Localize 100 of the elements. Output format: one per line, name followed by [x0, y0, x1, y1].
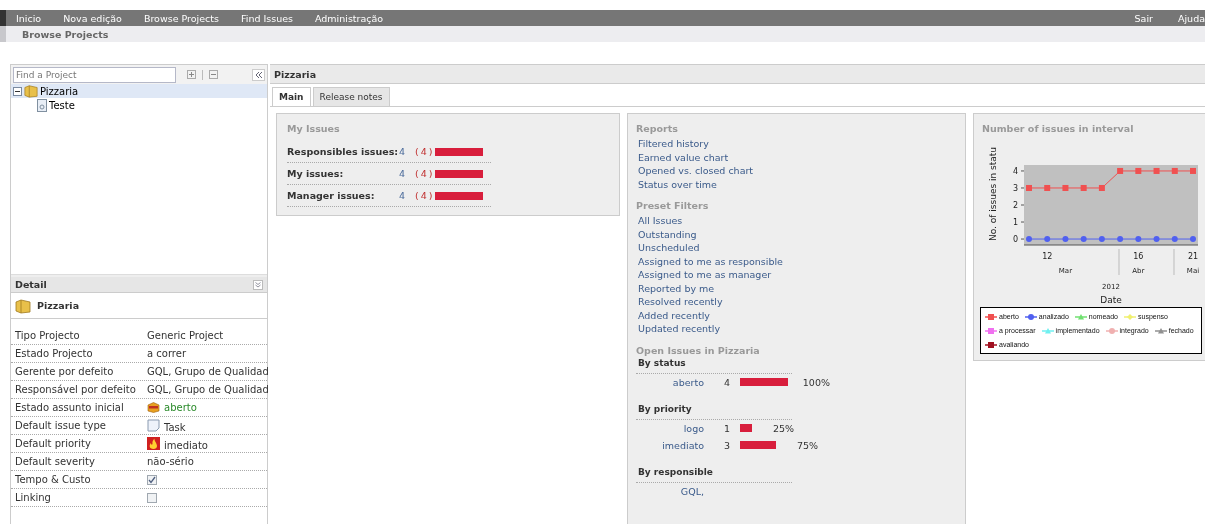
- checkbox[interactable]: [147, 474, 157, 485]
- detail-value: Generic Project: [147, 329, 224, 342]
- count-bar: [740, 441, 776, 449]
- x-tick: 16: [1133, 252, 1144, 261]
- y-tick: 3: [1012, 184, 1025, 193]
- chevrons-down-icon: [255, 281, 261, 288]
- detail-value: imediato: [164, 439, 208, 452]
- group-count: 1: [724, 421, 732, 435]
- menu-link[interactable]: Administração: [315, 11, 384, 25]
- group-percent: 25%: [771, 421, 794, 435]
- chevrons-left-icon: [254, 71, 263, 78]
- issue-label: Responsibles issues:: [287, 145, 399, 158]
- issue-label: My issues:: [287, 167, 345, 180]
- document-icon: [37, 98, 47, 112]
- count-bar: [435, 169, 484, 178]
- report-link[interactable]: Opened vs. closed chart: [636, 165, 754, 176]
- search-field[interactable]: Find a Project: [13, 66, 176, 83]
- detail-label: Default severity: [15, 455, 96, 468]
- tree-item[interactable]: Pizzaria: [11, 84, 267, 98]
- detail-label: Responsável por defeito: [15, 383, 137, 396]
- detail-label: Default priority: [15, 437, 92, 450]
- filter-link[interactable]: Assigned to me as responsible: [636, 255, 783, 267]
- filter-link[interactable]: Resolved recently: [636, 296, 723, 307]
- report-link[interactable]: Filtered history: [636, 138, 709, 149]
- y-tick-label: 0: [1012, 235, 1018, 245]
- y-tick-label: 2: [1012, 201, 1018, 210]
- section-title: Reports: [636, 122, 679, 135]
- detail-label: Tipo Projecto: [15, 329, 81, 342]
- note-icon: [147, 419, 160, 432]
- detail-value: não-sério: [147, 455, 194, 468]
- y-tick: 0: [1012, 235, 1025, 245]
- y-tick: 2: [1012, 201, 1025, 210]
- tab[interactable]: Release notes: [312, 87, 390, 106]
- group-count: 3: [724, 438, 732, 452]
- detail-label: Estado assunto inicial: [15, 401, 125, 414]
- filter-link[interactable]: Reported by me: [636, 282, 715, 294]
- detail-label: Default issue type: [15, 419, 107, 432]
- issue-count[interactable]: 4: [399, 167, 415, 180]
- box-icon: [147, 402, 160, 413]
- x-tick: 21: [1187, 252, 1199, 261]
- collapse-icon[interactable]: [13, 86, 22, 96]
- detail-value: Task: [164, 421, 186, 434]
- group-link[interactable]: imediato: [636, 438, 704, 452]
- project-name: Pizzaria: [37, 299, 80, 312]
- filter-link[interactable]: Updated recently: [636, 323, 721, 334]
- group-title: By priority: [636, 402, 792, 420]
- section-title: Open Issues in Pizzaria: [636, 343, 761, 357]
- tree-item[interactable]: Teste: [11, 98, 267, 112]
- group-percent: 75%: [795, 438, 818, 452]
- filter-link[interactable]: Assigned to me as manager: [636, 269, 772, 280]
- group-percent: 100%: [801, 375, 830, 389]
- detail-value: a correr: [147, 347, 186, 360]
- section-title: Preset Filters: [636, 199, 710, 212]
- filter-link[interactable]: Outstanding: [636, 228, 697, 240]
- group-link[interactable]: logo: [636, 421, 704, 435]
- collapse-button[interactable]: [253, 279, 263, 290]
- tab[interactable]: Main: [272, 87, 311, 106]
- group-link[interactable]: GQL,: [636, 484, 704, 498]
- collapse-panel-button[interactable]: [252, 68, 265, 81]
- group-count: 4: [724, 375, 732, 389]
- count-bar: [740, 378, 788, 386]
- filter-link[interactable]: All Issues: [636, 215, 683, 226]
- menu-link[interactable]: Ajuda: [1178, 11, 1205, 25]
- group-link[interactable]: aberto: [636, 375, 704, 389]
- count-bar: [435, 191, 484, 200]
- count-bar: [435, 147, 484, 156]
- issue-count[interactable]: 4: [399, 145, 415, 158]
- project-title: Pizzaria: [274, 67, 317, 81]
- expand-all-icon[interactable]: [187, 70, 196, 79]
- breadcrumb: Browse Projects: [22, 27, 109, 41]
- issue-count[interactable]: 4: [399, 189, 415, 202]
- menu-link[interactable]: Sair: [1134, 11, 1153, 25]
- group-title: By status: [636, 356, 792, 374]
- checkbox[interactable]: [147, 492, 157, 503]
- count-bar: [740, 424, 752, 432]
- folder-icon: [24, 84, 38, 98]
- y-tick-label: 1: [1012, 218, 1018, 228]
- y-tick-label: 3: [1012, 183, 1018, 193]
- collapse-all-icon[interactable]: [209, 70, 218, 79]
- panel-title: Detail: [15, 278, 47, 291]
- report-link[interactable]: Status over time: [636, 178, 717, 190]
- folder-icon: [15, 297, 31, 314]
- open-count: (4): [415, 145, 435, 158]
- y-tick: 4: [1012, 166, 1025, 176]
- open-count: (4): [415, 167, 435, 180]
- detail-label: Linking: [15, 491, 52, 504]
- y-tick-label: 4: [1012, 166, 1018, 176]
- x-tick: 12: [1042, 252, 1053, 261]
- menu-link[interactable]: Find Issues: [241, 11, 293, 25]
- report-link[interactable]: Earned value chart: [636, 151, 729, 163]
- detail-label: Tempo & Custo: [15, 473, 92, 486]
- detail-label: Gerente por defeito: [15, 365, 115, 378]
- filter-link[interactable]: Unscheduled: [636, 242, 700, 253]
- menu-link[interactable]: Nova edição: [63, 11, 122, 25]
- x-axis-label: Date: [1100, 295, 1122, 305]
- menu-link[interactable]: Inicio: [16, 11, 42, 25]
- menu-link[interactable]: Browse Projects: [143, 11, 219, 25]
- detail-value: GQL, Grupo de Qualidad: [147, 365, 269, 378]
- filter-link[interactable]: Added recently: [636, 309, 710, 321]
- y-tick: 1: [1012, 218, 1025, 227]
